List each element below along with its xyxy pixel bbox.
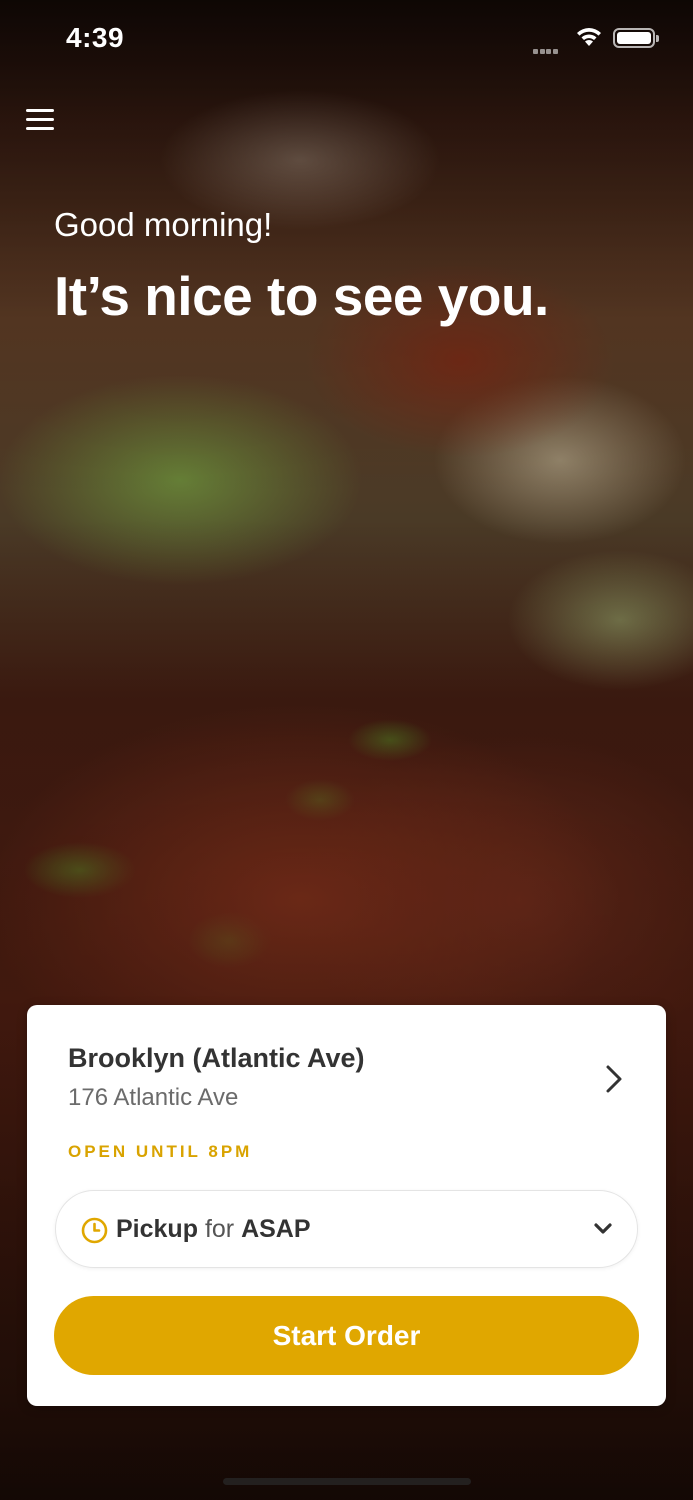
order-mode-label: Pickup for ASAP: [116, 1215, 311, 1244]
chevron-right-icon: [606, 1065, 622, 1093]
start-order-button[interactable]: Start Order: [54, 1296, 639, 1375]
cellular-signal-icon: [533, 41, 559, 59]
wifi-icon: [577, 28, 601, 46]
chevron-down-icon: [594, 1223, 612, 1234]
greeting-text: Good morning!: [54, 206, 273, 243]
battery-icon: [613, 28, 659, 48]
clock-icon: [81, 1217, 108, 1244]
store-hours: OPEN UNTIL 8PM: [68, 1142, 253, 1161]
store-details-link[interactable]: Brooklyn (Atlantic Ave) 176 Atlantic Ave: [27, 1005, 666, 1125]
headline-text: It’s nice to see you.: [54, 265, 549, 327]
order-mode-select[interactable]: Pickup for ASAP: [55, 1190, 638, 1268]
store-name: Brooklyn (Atlantic Ave): [68, 1043, 365, 1073]
hamburger-menu-icon[interactable]: [20, 100, 62, 138]
order-time: ASAP: [241, 1215, 311, 1243]
store-address: 176 Atlantic Ave: [68, 1084, 239, 1111]
order-mode: Pickup: [116, 1215, 198, 1243]
order-mode-separator: for: [204, 1215, 235, 1243]
location-card: Brooklyn (Atlantic Ave) 176 Atlantic Ave…: [27, 1005, 666, 1406]
status-bar: 4:39: [0, 0, 693, 80]
status-time: 4:39: [66, 22, 125, 53]
home-indicator: [223, 1478, 471, 1485]
